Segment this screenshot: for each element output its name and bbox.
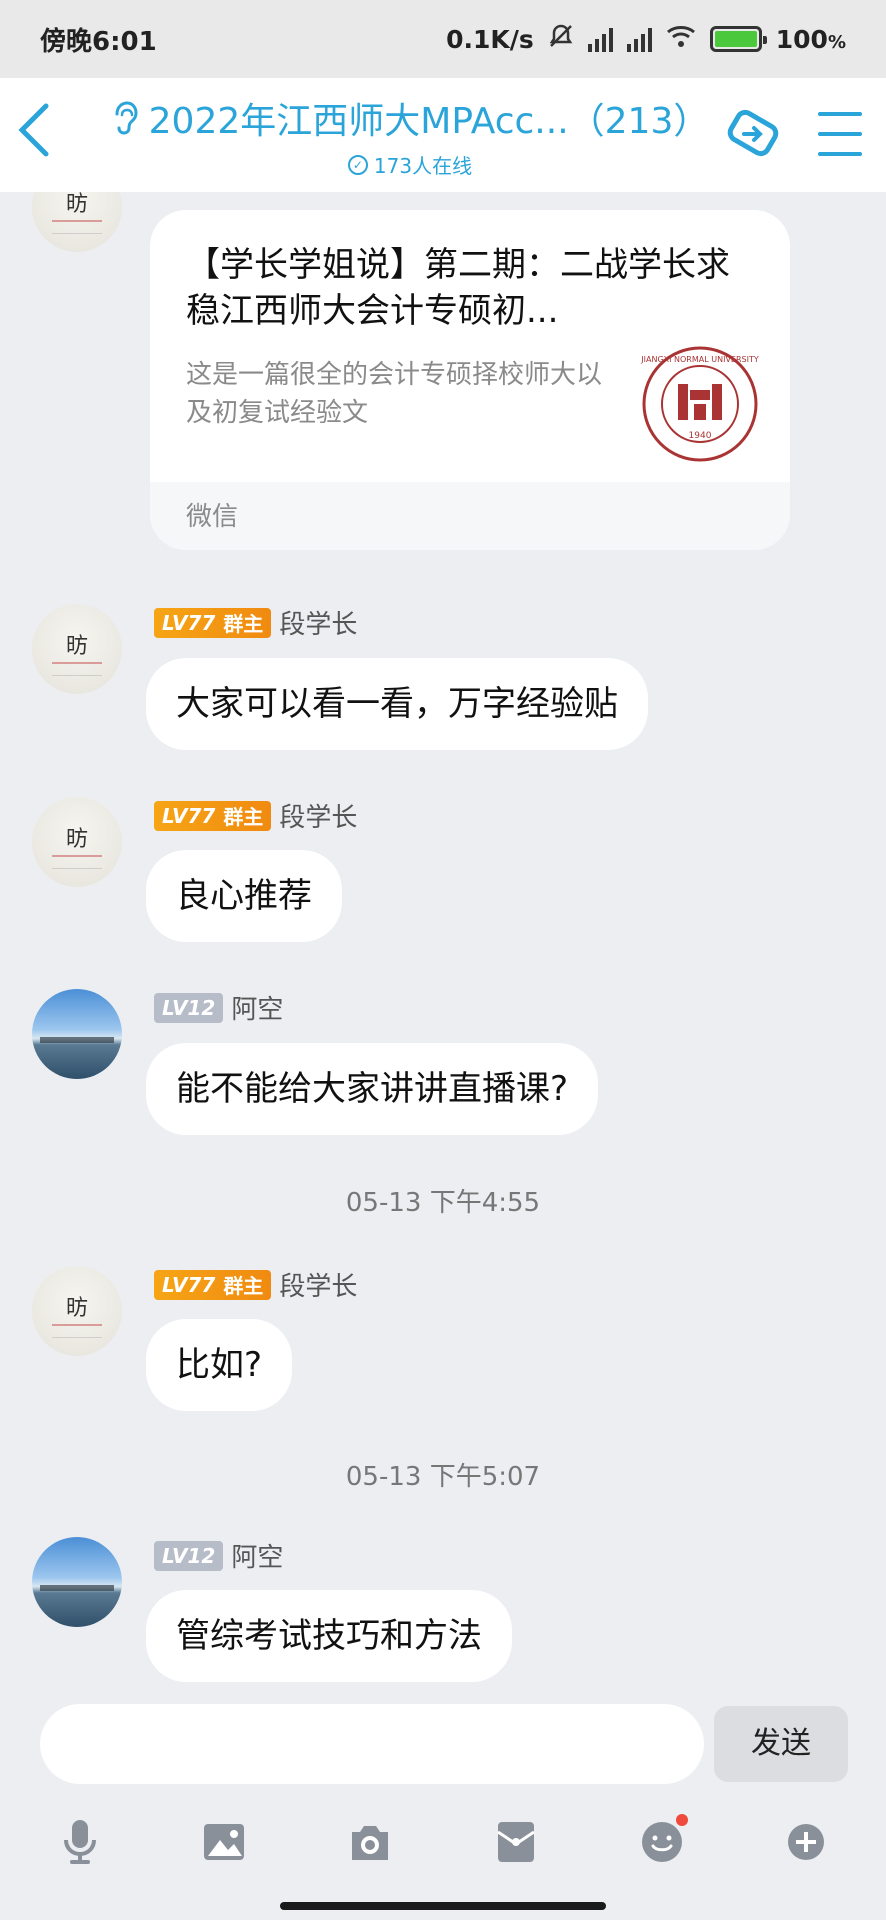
chat-title: 2022年江西师大MPAcc...（213）: [148, 101, 710, 142]
avatar[interactable]: [32, 989, 122, 1079]
red-packet-icon[interactable]: [486, 1812, 546, 1872]
back-button[interactable]: [12, 100, 72, 170]
message-meta: LV77 群主 段学长: [154, 797, 357, 834]
mute-icon: [548, 23, 574, 55]
card-footer: 微信: [150, 482, 790, 550]
battery-level: 100%: [775, 24, 846, 54]
online-check-icon: ✓: [347, 154, 368, 175]
signal-icon-2: [626, 26, 652, 52]
chevron-left-icon: [18, 103, 49, 157]
emoji-icon[interactable]: [632, 1812, 692, 1872]
camera-icon[interactable]: [340, 1812, 400, 1872]
level-badge: LV77 群主: [154, 800, 272, 831]
status-icons: 0.1K/s 100%: [446, 23, 846, 55]
avatar[interactable]: [32, 1537, 122, 1627]
time-separator: 05-13 下午4:55: [345, 1188, 541, 1218]
status-bar: 傍晚6:01 0.1K/s 100%: [0, 0, 886, 78]
send-button[interactable]: 发送: [714, 1706, 848, 1782]
level-badge: LV12: [154, 992, 224, 1023]
avatar[interactable]: 昉: [32, 604, 122, 694]
chat-title-block[interactable]: 2022年江西师大MPAcc...（213） ✓ 173人在线: [100, 92, 720, 179]
avatar[interactable]: 昉: [32, 797, 122, 887]
avatar[interactable]: 昉: [32, 192, 122, 252]
plus-icon[interactable]: [776, 1812, 836, 1872]
menu-line: [818, 132, 862, 136]
online-count: 173人在线: [373, 154, 473, 178]
notification-dot: [676, 1814, 688, 1826]
menu-line: [818, 152, 862, 156]
sender-name: 阿空: [231, 995, 284, 1025]
status-time: 傍晚6:01: [40, 26, 157, 57]
sender-name: 段学长: [279, 610, 358, 640]
signal-icon: [587, 26, 613, 52]
message-bubble[interactable]: 能不能给大家讲讲直播课?: [146, 1043, 599, 1135]
level-badge: LV12: [154, 1540, 224, 1571]
input-toolbar: [0, 1812, 886, 1872]
message-meta: LV77 群主 段学长: [154, 1266, 357, 1303]
microphone-icon[interactable]: [50, 1812, 110, 1872]
svg-text:JIANGXI NORMAL UNIVERSITY: JIANGXI NORMAL UNIVERSITY: [640, 355, 759, 364]
home-indicator[interactable]: [280, 1902, 606, 1910]
chat-list[interactable]: 昉 【学长学姐说】第二期：二战学长求稳江西师大会计专硕初... 这是一篇很全的会…: [0, 192, 886, 1692]
ear-icon: [115, 101, 138, 135]
message-bubble[interactable]: 大家可以看一看，万字经验贴: [146, 658, 648, 750]
message-meta: LV77 群主 段学长: [154, 604, 357, 641]
university-logo-icon: JIANGXI NORMAL UNIVERSITY 1940: [640, 346, 759, 462]
card-description: 这是一篇很全的会计专硕择校师大以及初复试经验文: [186, 360, 603, 428]
avatar[interactable]: 昉: [32, 1266, 122, 1356]
svg-text:1940: 1940: [689, 431, 712, 441]
sender-name: 阿空: [231, 1543, 284, 1573]
wifi-icon: [666, 24, 696, 54]
card-source: 微信: [186, 502, 239, 532]
menu-line: [818, 112, 862, 116]
shared-article-card[interactable]: 【学长学姐说】第二期：二战学长求稳江西师大会计专硕初... 这是一篇很全的会计专…: [150, 210, 790, 550]
chat-header: 2022年江西师大MPAcc...（213） ✓ 173人在线: [0, 78, 886, 192]
card-title: 【学长学姐说】第二期：二战学长求稳江西师大会计专硕初...: [186, 245, 730, 331]
level-badge: LV77 群主: [154, 1269, 272, 1300]
share-button[interactable]: [722, 104, 784, 166]
share-icon: [727, 109, 779, 157]
message-input[interactable]: [40, 1704, 704, 1784]
menu-button[interactable]: [818, 112, 862, 156]
message-meta: LV12 阿空: [154, 1537, 283, 1574]
level-badge: LV77 群主: [154, 607, 272, 638]
message-bubble[interactable]: 良心推荐: [146, 850, 342, 942]
message-bubble[interactable]: 比如?: [146, 1319, 293, 1411]
message-bubble[interactable]: 管综考试技巧和方法: [146, 1590, 512, 1682]
battery-icon: [709, 26, 767, 52]
input-area: 发送: [0, 1692, 886, 1920]
sender-name: 段学长: [279, 1272, 358, 1302]
message-meta: LV12 阿空: [154, 989, 283, 1026]
sender-name: 段学长: [279, 803, 358, 833]
image-icon[interactable]: [194, 1812, 254, 1872]
net-speed: 0.1K/s: [446, 24, 534, 54]
time-separator: 05-13 下午5:07: [345, 1462, 541, 1492]
